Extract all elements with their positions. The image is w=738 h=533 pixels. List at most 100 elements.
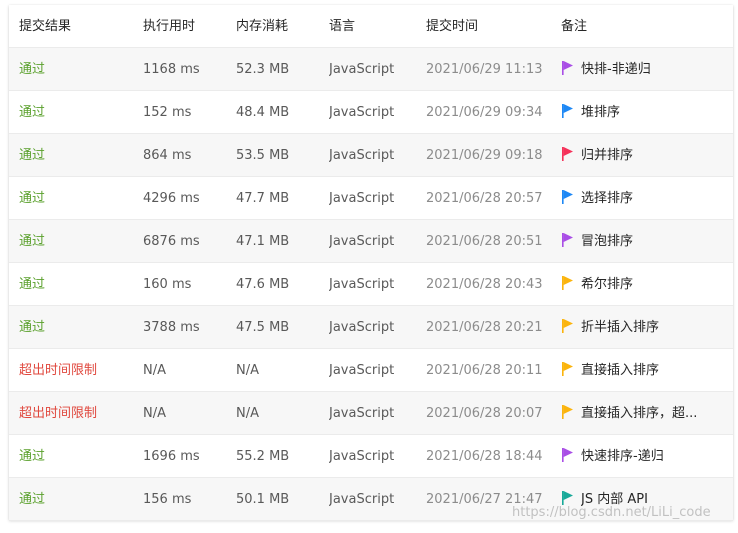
status-link[interactable]: 通过 — [19, 263, 137, 306]
table-row[interactable]: 通过 160 ms 47.6 MB JavaScript 2021/06/28 20:4… — [9, 263, 733, 306]
memory-value: 47.6 MB — [236, 277, 290, 292]
runtime-value: 152 ms — [143, 105, 192, 120]
note-text: 快速排序-递归 — [581, 449, 664, 464]
red-flag-icon — [562, 147, 573, 161]
note-text: 快排-非递归 — [581, 62, 651, 77]
purple-flag-icon — [562, 61, 573, 75]
note-text: 直接插入排序 — [581, 363, 660, 378]
runtime-value: 1696 ms — [143, 449, 200, 464]
submitted-at-value: 2021/06/28 20:07 — [426, 406, 543, 421]
status-link[interactable]: 通过 — [19, 220, 137, 263]
memory-value: 53.5 MB — [236, 148, 290, 163]
note-text: 希尔排序 — [581, 277, 634, 292]
runtime-value: N/A — [143, 406, 166, 421]
language-value: JavaScript — [329, 105, 395, 120]
header-note: 备注 — [561, 19, 588, 34]
purple-flag-icon — [562, 448, 573, 462]
memory-value: 47.1 MB — [236, 234, 290, 249]
purple-flag-icon — [562, 233, 573, 247]
memory-value: 47.5 MB — [236, 320, 290, 335]
yellow-flag-icon — [562, 362, 573, 376]
note-text: 折半插入排序 — [581, 320, 660, 335]
runtime-value: N/A — [143, 363, 166, 378]
language-value: JavaScript — [329, 492, 395, 507]
table-row[interactable]: 通过 4296 ms 47.7 MB JavaScript 2021/06/28 20:… — [9, 177, 733, 220]
submitted-at-value: 2021/06/28 20:51 — [426, 234, 543, 249]
blue-flag-icon — [562, 104, 573, 118]
language-value: JavaScript — [329, 277, 395, 292]
status-link[interactable]: 超出时间限制 — [19, 392, 137, 435]
language-value: JavaScript — [329, 320, 395, 335]
language-value: JavaScript — [329, 62, 395, 77]
language-value: JavaScript — [329, 406, 395, 421]
submitted-at-value: 2021/06/28 20:11 — [426, 363, 543, 378]
note-cell[interactable]: 冒泡排序 — [561, 220, 729, 263]
status-link[interactable]: 通过 — [19, 48, 137, 91]
note-cell[interactable]: 选择排序 — [561, 177, 729, 220]
status-link[interactable]: 通过 — [19, 306, 137, 349]
memory-value: N/A — [236, 363, 259, 378]
note-cell[interactable]: 堆排序 — [561, 91, 729, 134]
language-value: JavaScript — [329, 363, 395, 378]
note-text: 直接插入排序，超... — [581, 406, 698, 421]
submitted-at-value: 2021/06/29 11:13 — [426, 62, 543, 77]
status-link[interactable]: 通过 — [19, 478, 137, 521]
memory-value: 55.2 MB — [236, 449, 290, 464]
table-row[interactable]: 通过 3788 ms 47.5 MB JavaScript 2021/06/28 20:… — [9, 306, 733, 349]
note-cell[interactable]: 希尔排序 — [561, 263, 729, 306]
table-row[interactable]: 超出时间限制 N/A N/A JavaScript 2021/06/28 20:07 直接… — [9, 392, 733, 435]
yellow-flag-icon — [562, 276, 573, 290]
runtime-value: 864 ms — [143, 148, 192, 163]
blue-flag-icon — [562, 190, 573, 204]
runtime-value: 156 ms — [143, 492, 192, 507]
runtime-value: 1168 ms — [143, 62, 200, 77]
runtime-value: 160 ms — [143, 277, 192, 292]
header-status[interactable]: 提交结果 — [19, 5, 137, 48]
status-link[interactable]: 通过 — [19, 435, 137, 478]
memory-value: 52.3 MB — [236, 62, 290, 77]
memory-value: 48.4 MB — [236, 105, 290, 120]
teal-flag-icon — [562, 491, 573, 505]
note-cell[interactable]: 直接插入排序，超... — [561, 392, 729, 435]
note-cell[interactable]: 折半插入排序 — [561, 306, 729, 349]
watermark: https://blog.csdn.net/LiLi_code — [512, 505, 711, 520]
table-row[interactable]: 通过 1168 ms 52.3 MB JavaScript 2021/06/29 11:… — [9, 48, 733, 91]
submitted-at-value: 2021/06/28 18:44 — [426, 449, 543, 464]
table-row[interactable]: 通过 1696 ms 55.2 MB JavaScript 2021/06/28 18:… — [9, 435, 733, 478]
language-value: JavaScript — [329, 148, 395, 163]
table-row[interactable]: 通过 152 ms 48.4 MB JavaScript 2021/06/29 09:3… — [9, 91, 733, 134]
note-text: 堆排序 — [581, 105, 621, 120]
submitted-at-value: 2021/06/28 20:57 — [426, 191, 543, 206]
submitted-at-value: 2021/06/28 20:21 — [426, 320, 543, 335]
status-link[interactable]: 通过 — [19, 91, 137, 134]
header-language[interactable]: 语言 — [329, 5, 421, 48]
note-text: 归并排序 — [581, 148, 634, 163]
note-cell[interactable]: 归并排序 — [561, 134, 729, 177]
table-row[interactable]: 通过 864 ms 53.5 MB JavaScript 2021/06/29 09:1… — [9, 134, 733, 177]
note-text: 冒泡排序 — [581, 234, 634, 249]
header-memory[interactable]: 内存消耗 — [236, 5, 326, 48]
table-row[interactable]: 通过 6876 ms 47.1 MB JavaScript 2021/06/28 20:… — [9, 220, 733, 263]
runtime-value: 6876 ms — [143, 234, 200, 249]
header-submitted-at[interactable]: 提交时间 — [426, 5, 552, 48]
language-value: JavaScript — [329, 449, 395, 464]
submitted-at-value: 2021/06/29 09:34 — [426, 105, 543, 120]
language-value: JavaScript — [329, 234, 395, 249]
yellow-flag-icon — [562, 319, 573, 333]
status-link[interactable]: 通过 — [19, 177, 137, 220]
header-runtime[interactable]: 执行用时 — [143, 5, 233, 48]
memory-value: N/A — [236, 406, 259, 421]
note-cell[interactable]: 快排-非递归 — [561, 48, 729, 91]
submitted-at-value: 2021/06/28 20:43 — [426, 277, 543, 292]
table-row[interactable]: 超出时间限制 N/A N/A JavaScript 2021/06/28 20:11 直接… — [9, 349, 733, 392]
status-link[interactable]: 超出时间限制 — [19, 349, 137, 392]
note-cell[interactable]: 直接插入排序 — [561, 349, 729, 392]
memory-value: 50.1 MB — [236, 492, 290, 507]
runtime-value: 4296 ms — [143, 191, 200, 206]
language-value: JavaScript — [329, 191, 395, 206]
status-link[interactable]: 通过 — [19, 134, 137, 177]
note-cell[interactable]: 快速排序-递归 — [561, 435, 729, 478]
submitted-at-value: 2021/06/29 09:18 — [426, 148, 543, 163]
table-header: 提交结果 执行用时 内存消耗 语言 提交时间 备注 — [9, 5, 733, 48]
yellow-flag-icon — [562, 405, 573, 419]
